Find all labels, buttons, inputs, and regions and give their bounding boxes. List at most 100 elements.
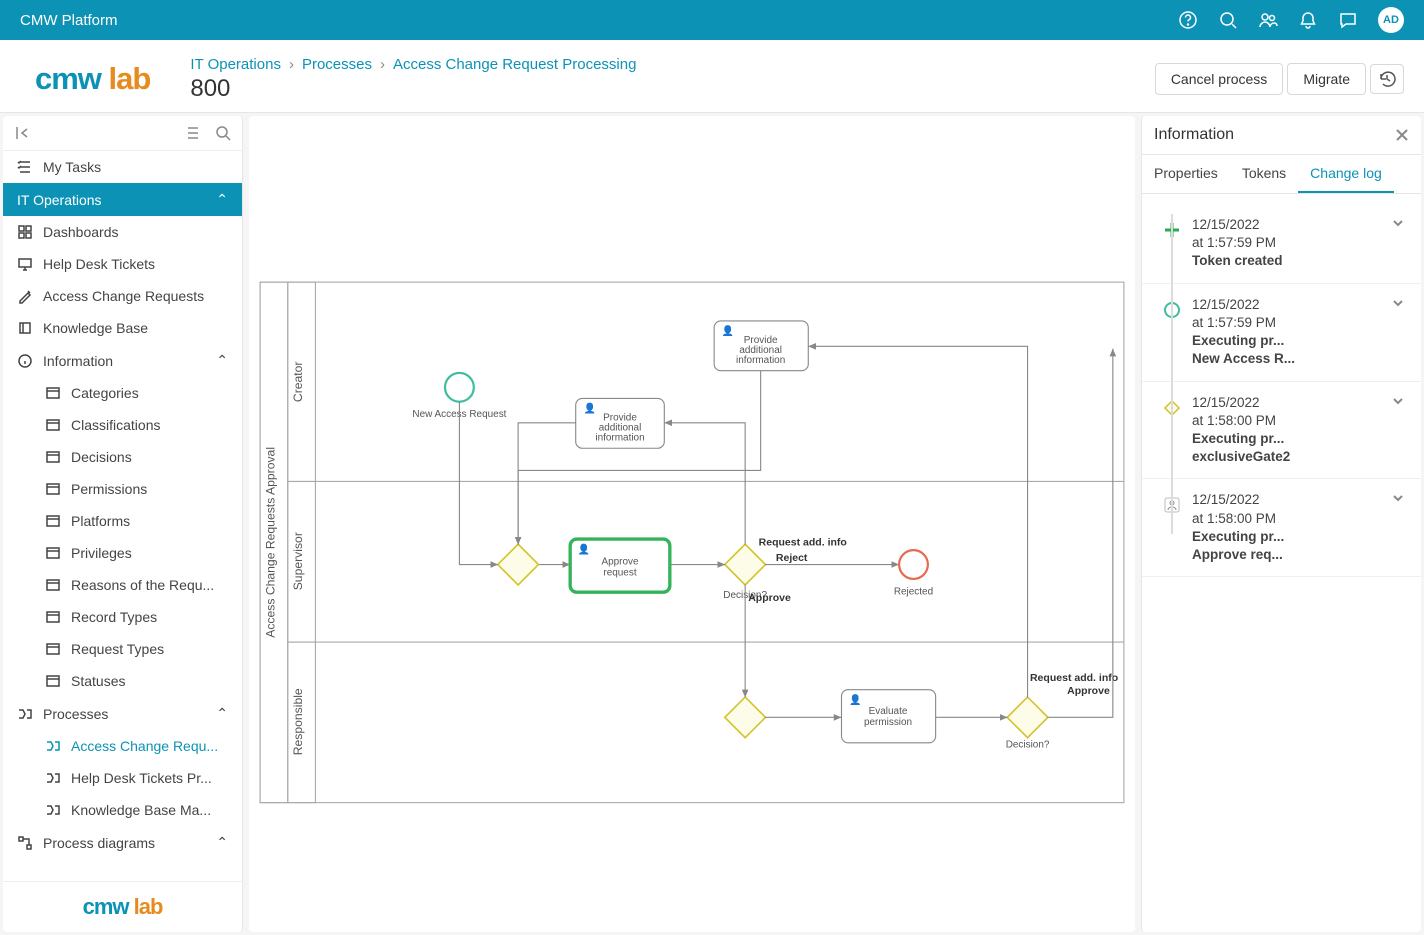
rejected-label: Rejected	[894, 586, 933, 597]
chevron-down-icon[interactable]	[1391, 394, 1411, 413]
search-icon[interactable]	[214, 124, 232, 142]
process-canvas[interactable]: Access Change Requests Approval Creator …	[249, 116, 1135, 932]
sidebar-subitem-platforms[interactable]: Platforms	[3, 505, 242, 537]
list-icon	[45, 641, 61, 657]
sidebar-item-label: Processes	[43, 706, 108, 722]
info-icon	[17, 353, 33, 369]
sidebar-item-dashboards[interactable]: Dashboards	[3, 216, 242, 248]
sidebar-item-label: Access Change Requests	[43, 288, 204, 304]
sidebar-subitem-statuses[interactable]: Statuses	[3, 665, 242, 697]
header: cmw lab IT Operations › Processes › Acce…	[0, 40, 1424, 113]
bpmn-diagram[interactable]: Access Change Requests Approval Creator …	[249, 116, 1135, 932]
list-icon	[45, 673, 61, 689]
lane-creator-label: Creator	[291, 362, 305, 403]
history-icon	[1378, 70, 1396, 88]
sidebar-item-it-operations[interactable]: IT Operations ⌃	[3, 183, 242, 216]
close-icon[interactable]	[1395, 128, 1409, 142]
svg-text:👤: 👤	[722, 324, 734, 337]
search-icon[interactable]	[1218, 10, 1238, 30]
sidebar-item-label: Request Types	[71, 641, 164, 657]
sidebar-item-my-tasks[interactable]: My Tasks	[3, 151, 242, 183]
sidebar-item-label: Knowledge Base Ma...	[71, 802, 211, 818]
log-date: 12/15/2022	[1192, 394, 1391, 412]
tab-tokens[interactable]: Tokens	[1230, 155, 1298, 193]
process-icon	[45, 802, 61, 818]
svg-text:Evaluate: Evaluate	[869, 706, 908, 717]
breadcrumb-item[interactable]: IT Operations	[190, 56, 281, 73]
cancel-process-button[interactable]: Cancel process	[1155, 63, 1284, 95]
svg-text:request: request	[603, 568, 636, 579]
sidebar-subitem-privileges[interactable]: Privileges	[3, 537, 242, 569]
log-title2: Approve req...	[1192, 546, 1391, 564]
list-icon	[45, 545, 61, 561]
chevron-right-icon: ›	[289, 56, 294, 73]
sidebar-subitem-classifications[interactable]: Classifications	[3, 409, 242, 441]
chat-icon[interactable]	[1338, 10, 1358, 30]
gateway-1[interactable]	[498, 544, 539, 585]
svg-text:information: information	[595, 432, 644, 443]
chevron-up-icon: ⌃	[216, 191, 228, 208]
info-title: Information	[1154, 126, 1234, 144]
sidebar-item-label: Statuses	[71, 673, 125, 689]
sidebar-item-access-change[interactable]: Access Change Requests	[3, 280, 242, 312]
tab-properties[interactable]: Properties	[1142, 155, 1230, 193]
sidebar-subitem-request-types[interactable]: Request Types	[3, 633, 242, 665]
sidebar-subitem-record-types[interactable]: Record Types	[3, 601, 242, 633]
main: My Tasks IT Operations ⌃ Dashboards Help…	[0, 113, 1424, 935]
sidebar-item-information[interactable]: Information⌃	[3, 344, 242, 377]
log-entry[interactable]: 12/15/2022 at 1:57:59 PM Executing pr...…	[1142, 284, 1421, 382]
chevron-down-icon[interactable]	[1391, 296, 1411, 315]
start-event[interactable]	[445, 373, 474, 402]
req-add-info-2-label: Request add. info	[1030, 672, 1119, 684]
list-icon	[45, 513, 61, 529]
chevron-down-icon[interactable]	[1391, 216, 1411, 235]
tab-change-log[interactable]: Change log	[1298, 155, 1394, 193]
log-entry[interactable]: 12/15/2022 at 1:58:00 PM Executing pr...…	[1142, 382, 1421, 480]
sidebar-subitem-help-desk-process[interactable]: Help Desk Tickets Pr...	[3, 762, 242, 794]
gateway-2[interactable]	[725, 697, 766, 738]
gateway-decision-2[interactable]	[1007, 697, 1048, 738]
sidebar-item-diagrams[interactable]: Process diagrams⌃	[3, 826, 242, 859]
sidebar-item-processes[interactable]: Processes⌃	[3, 697, 242, 730]
svg-text:information: information	[736, 355, 785, 366]
avatar[interactable]: AD	[1378, 7, 1404, 33]
history-button[interactable]	[1370, 64, 1404, 94]
log-date: 12/15/2022	[1192, 216, 1391, 234]
log-title: Executing pr...	[1192, 332, 1391, 350]
breadcrumb-item[interactable]: Processes	[302, 56, 372, 73]
sidebar-item-help-desk[interactable]: Help Desk Tickets	[3, 248, 242, 280]
users-icon[interactable]	[1258, 10, 1278, 30]
sidebar-subitem-reasons[interactable]: Reasons of the Requ...	[3, 569, 242, 601]
sidebar-item-label: Platforms	[71, 513, 130, 529]
migrate-button[interactable]: Migrate	[1287, 63, 1366, 95]
sidebar-item-label: Knowledge Base	[43, 320, 148, 336]
sidebar-subitem-decisions[interactable]: Decisions	[3, 441, 242, 473]
sidebar-subitem-categories[interactable]: Categories	[3, 377, 242, 409]
monitor-icon	[17, 256, 33, 272]
chevron-down-icon[interactable]	[1391, 491, 1411, 510]
bell-icon[interactable]	[1298, 10, 1318, 30]
sidebar-item-label: Information	[43, 353, 113, 369]
list-icon[interactable]	[182, 124, 200, 142]
gateway-decision-1[interactable]	[725, 544, 766, 585]
sidebar-item-knowledge[interactable]: Knowledge Base	[3, 312, 242, 344]
tasks-icon	[17, 159, 33, 175]
list-icon	[45, 481, 61, 497]
log-title2: New Access R...	[1192, 350, 1391, 368]
lane-supervisor-label: Supervisor	[291, 532, 305, 590]
log-entry[interactable]: 12/15/2022 at 1:58:00 PM Executing pr...…	[1142, 479, 1421, 577]
breadcrumb-item[interactable]: Access Change Request Processing	[393, 56, 636, 73]
log-time: at 1:57:59 PM	[1192, 314, 1391, 332]
collapse-icon[interactable]	[13, 124, 31, 142]
log-entry[interactable]: 12/15/2022 at 1:57:59 PM Token created	[1142, 204, 1421, 284]
sidebar-subitem-permissions[interactable]: Permissions	[3, 473, 242, 505]
sidebar-item-label: Reasons of the Requ...	[71, 577, 214, 593]
sidebar-item-label: Classifications	[71, 417, 160, 433]
sidebar-subitem-kb-process[interactable]: Knowledge Base Ma...	[3, 794, 242, 826]
log-time: at 1:58:00 PM	[1192, 510, 1391, 528]
end-rejected[interactable]	[899, 550, 928, 579]
sidebar-footer: cmw lab	[3, 881, 242, 932]
sidebar-subitem-access-change-process[interactable]: Access Change Requ...	[3, 730, 242, 762]
change-log-list: 12/15/2022 at 1:57:59 PM Token created 1…	[1142, 194, 1421, 932]
help-icon[interactable]	[1178, 10, 1198, 30]
